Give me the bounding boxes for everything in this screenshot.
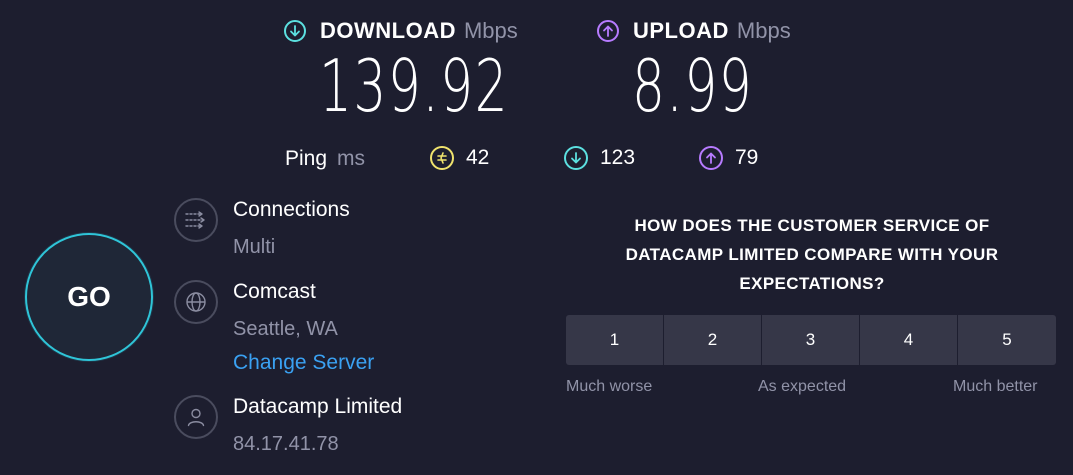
ping-bolt-icon xyxy=(430,146,454,170)
survey-question-line: DATACAMP LIMITED COMPARE WITH YOUR xyxy=(625,245,999,264)
go-button[interactable]: GO xyxy=(25,233,153,361)
ping-upload-value: 79 xyxy=(735,146,759,169)
ping-idle-value: 42 xyxy=(466,146,490,169)
download-header: DOWNLOAD Mbps xyxy=(284,18,518,44)
host-ip: 84.17.41.78 xyxy=(233,433,339,455)
server-location: Seattle, WA xyxy=(233,318,338,340)
survey-question-line: EXPECTATIONS? xyxy=(739,274,885,293)
rating-label-low: Much worse xyxy=(566,378,653,395)
ping-unit: ms xyxy=(337,147,366,170)
connections-icon xyxy=(174,198,218,242)
server-provider: Comcast xyxy=(233,280,316,303)
arrow-down-icon xyxy=(564,146,588,170)
arrow-up-icon xyxy=(597,20,619,42)
ping-label: Ping xyxy=(285,147,328,170)
upload-header: UPLOAD Mbps xyxy=(597,18,791,44)
change-server-link[interactable]: Change Server xyxy=(233,351,374,375)
survey-question-line: HOW DOES THE CUSTOMER SERVICE OF xyxy=(634,216,990,235)
rating-option-3[interactable]: 3 xyxy=(762,315,860,365)
user-icon xyxy=(174,395,218,439)
rating-option-2[interactable]: 2 xyxy=(664,315,762,365)
connections-value: Multi xyxy=(233,236,276,258)
host-name: Datacamp Limited xyxy=(233,395,403,418)
ping-label-group: Ping ms xyxy=(285,147,365,171)
ping-download: 123 xyxy=(564,146,635,170)
download-label: DOWNLOAD xyxy=(320,18,456,43)
rating-label-high: Much better xyxy=(953,378,1038,395)
upload-label: UPLOAD xyxy=(633,18,729,43)
ping-upload: 79 xyxy=(699,146,758,170)
rating-label-mid: As expected xyxy=(758,378,847,395)
arrow-down-icon xyxy=(284,20,306,42)
upload-unit: Mbps xyxy=(736,18,791,43)
rating-option-5[interactable]: 5 xyxy=(958,315,1056,365)
globe-icon xyxy=(174,280,218,324)
connections-title: Connections xyxy=(233,198,350,221)
ping-idle: 42 xyxy=(430,146,489,170)
arrow-up-icon xyxy=(699,146,723,170)
ping-download-value: 123 xyxy=(600,146,636,169)
survey-question: HOW DOES THE CUSTOMER SERVICE OF DATACAM… xyxy=(566,211,1058,298)
upload-speed-value: 8.99 xyxy=(632,44,754,128)
rating-scale: 1 2 3 4 5 xyxy=(566,315,1056,365)
download-speed-value: 139.92 xyxy=(319,44,510,128)
rating-option-1[interactable]: 1 xyxy=(566,315,664,365)
rating-option-4[interactable]: 4 xyxy=(860,315,958,365)
download-unit: Mbps xyxy=(463,18,518,43)
